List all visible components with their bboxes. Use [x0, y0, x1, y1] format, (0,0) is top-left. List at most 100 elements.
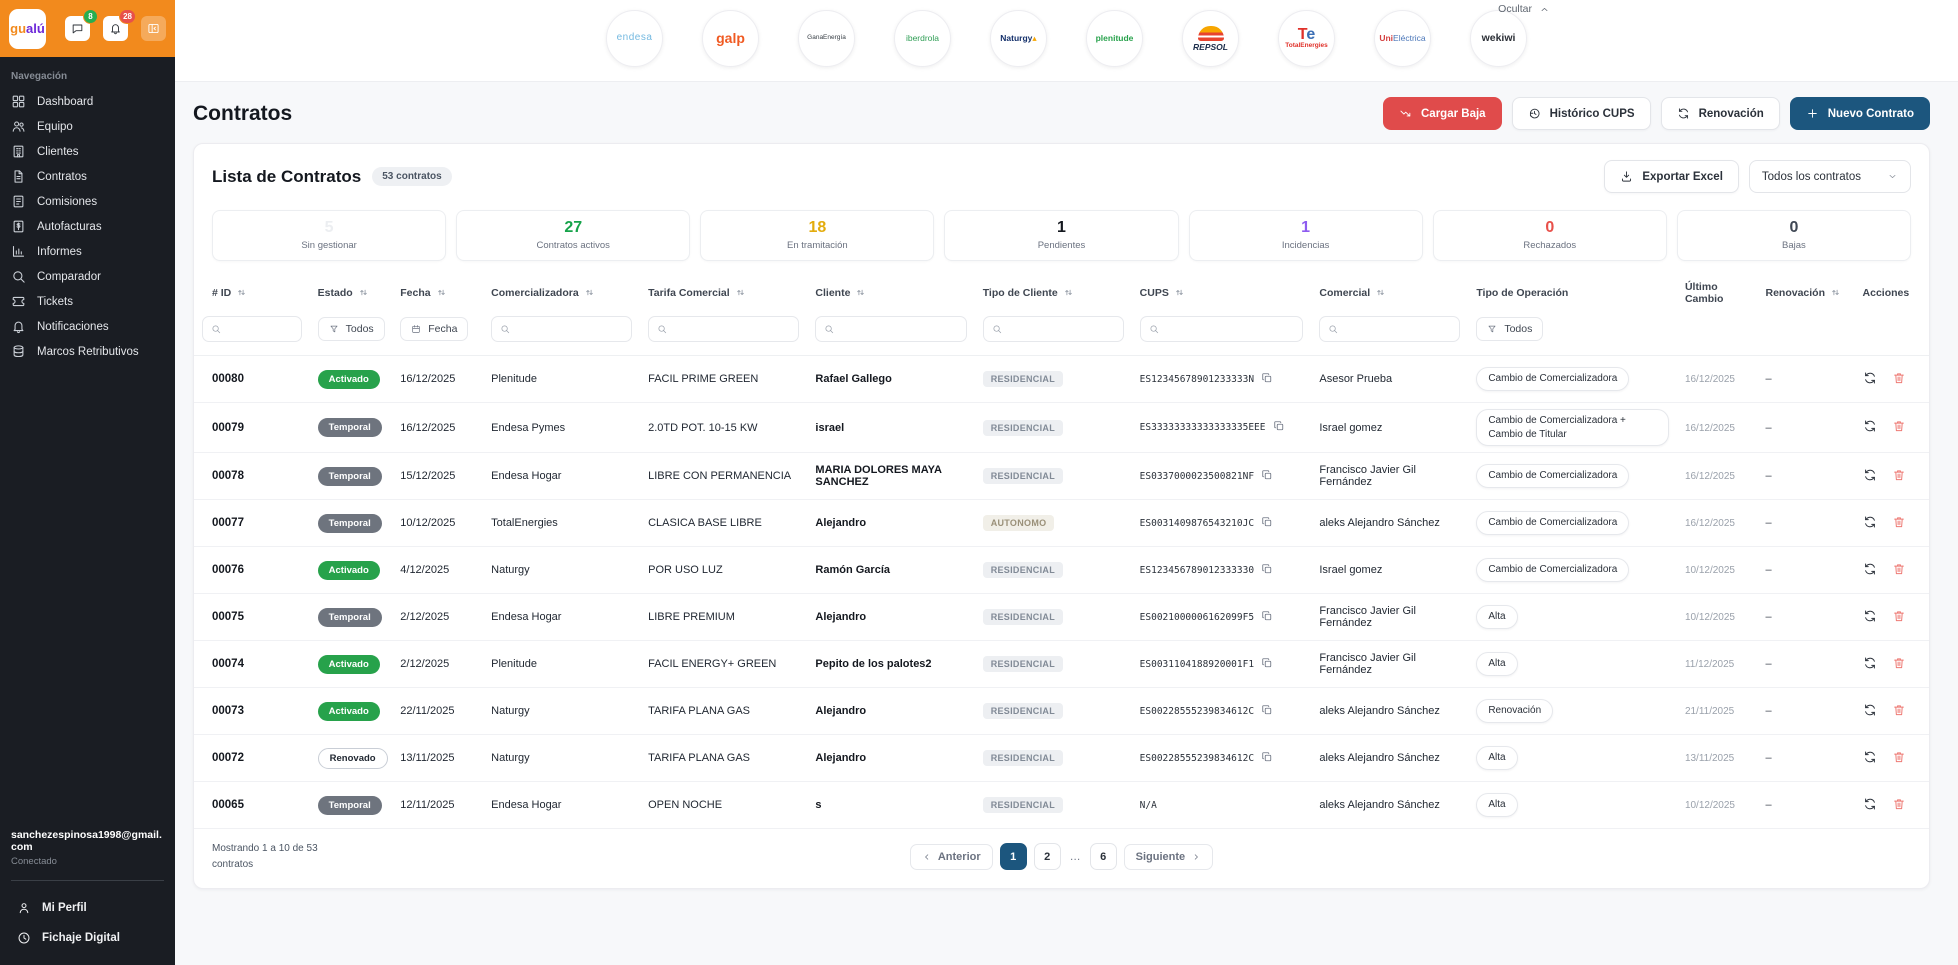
filter-search-tipo-de-cliente[interactable]	[983, 316, 1124, 342]
filter-input-comercial[interactable]	[1344, 322, 1451, 336]
copy-cups-button[interactable]	[1261, 563, 1273, 578]
copy-cups-button[interactable]	[1273, 420, 1285, 435]
sort-icon[interactable]	[1063, 287, 1074, 298]
page-button-1[interactable]: 1	[1000, 843, 1027, 870]
filter-search-comercial[interactable]	[1319, 316, 1460, 342]
notifications-button[interactable]: 28	[103, 16, 128, 41]
chat-button[interactable]: 8	[65, 16, 90, 41]
copy-cups-button[interactable]	[1261, 372, 1273, 387]
col-id: # ID	[194, 275, 310, 309]
renew-contract-button[interactable]	[1863, 515, 1877, 532]
filter-search-cliente[interactable]	[815, 316, 966, 342]
footer-item-fichaje-digital[interactable]: Fichaje Digital	[11, 923, 164, 953]
sidebar-item-dashboard[interactable]: Dashboard	[0, 89, 175, 114]
copy-cups-button[interactable]	[1261, 657, 1273, 672]
renovacion-button[interactable]: Renovación	[1661, 97, 1780, 130]
cargar-baja-button[interactable]: Cargar Baja	[1383, 97, 1502, 130]
delete-contract-button[interactable]	[1892, 797, 1906, 814]
renew-contract-button[interactable]	[1863, 656, 1877, 673]
page-button-2[interactable]: 2	[1034, 843, 1061, 870]
logo-wekiwi[interactable]: wekiwi	[1470, 10, 1527, 67]
sort-icon[interactable]	[236, 287, 247, 298]
renew-contract-button[interactable]	[1863, 371, 1877, 388]
sort-icon[interactable]	[358, 287, 369, 298]
sidebar-item-contratos[interactable]: Contratos	[0, 164, 175, 189]
historico-cups-button[interactable]: Histórico CUPS	[1512, 97, 1651, 130]
brand-logo[interactable]: gualú	[9, 9, 46, 49]
copy-cups-button[interactable]	[1261, 704, 1273, 719]
sort-icon[interactable]	[855, 287, 866, 298]
filter-todos-estado[interactable]: Todos	[318, 317, 385, 341]
cell-estado: Temporal	[310, 403, 393, 453]
page-button-6[interactable]: 6	[1090, 843, 1117, 870]
logo-naturgy[interactable]: Naturgy▴	[990, 10, 1047, 67]
delete-contract-button[interactable]	[1892, 515, 1906, 532]
filter-input-comercializadora[interactable]	[516, 322, 623, 336]
renew-contract-button[interactable]	[1863, 797, 1877, 814]
refresh-icon	[1677, 107, 1690, 120]
delete-contract-button[interactable]	[1892, 609, 1906, 626]
logo-endesa[interactable]: endesa	[606, 10, 663, 67]
sidebar-item-comparador[interactable]: Comparador	[0, 264, 175, 289]
filter-input-id[interactable]	[227, 322, 293, 336]
copy-cups-button[interactable]	[1261, 751, 1273, 766]
filter-todos-tipo-de-operacion[interactable]: Todos	[1476, 317, 1543, 341]
sidebar-item-notificaciones[interactable]: Notificaciones	[0, 314, 175, 339]
sidebar-item-equipo[interactable]: Equipo	[0, 114, 175, 139]
logo-ganaenergia[interactable]: GanaEnergía	[798, 10, 855, 67]
sidebar-item-tickets[interactable]: Tickets	[0, 289, 175, 314]
sort-icon[interactable]	[584, 287, 595, 298]
filter-input-cliente[interactable]	[840, 322, 957, 336]
sort-icon[interactable]	[436, 287, 447, 298]
filter-input-tipo-de-cliente[interactable]	[1008, 322, 1115, 336]
cell-ultimo-cambio: 16/12/2025	[1677, 500, 1758, 547]
copy-cups-button[interactable]	[1261, 469, 1273, 484]
filter-fecha[interactable]: Fecha	[400, 317, 468, 341]
cell-ultimo-cambio: 16/12/2025	[1677, 403, 1758, 453]
sort-icon[interactable]	[1830, 287, 1841, 298]
filter-input-cups[interactable]	[1165, 322, 1295, 336]
renew-contract-button[interactable]	[1863, 562, 1877, 579]
copy-cups-button[interactable]	[1261, 516, 1273, 531]
delete-contract-button[interactable]	[1892, 419, 1906, 436]
sidebar-item-informes[interactable]: Informes	[0, 239, 175, 264]
hide-providers-toggle[interactable]: Ocultar	[1498, 3, 1550, 15]
filter-search-comercializadora[interactable]	[491, 316, 632, 342]
filter-input-tarifa-comercial[interactable]	[673, 322, 790, 336]
delete-contract-button[interactable]	[1892, 703, 1906, 720]
delete-contract-button[interactable]	[1892, 371, 1906, 388]
sidebar-item-comisiones[interactable]: Comisiones	[0, 189, 175, 214]
contracts-filter-select[interactable]: Todos los contratos	[1749, 160, 1911, 193]
next-page-button[interactable]: Siguiente	[1124, 844, 1214, 870]
sidebar-collapse-button[interactable]	[141, 16, 166, 41]
sort-icon[interactable]	[735, 287, 746, 298]
sidebar-item-clientes[interactable]: Clientes	[0, 139, 175, 164]
sidebar-item-autofacturas[interactable]: Autofacturas	[0, 214, 175, 239]
delete-contract-button[interactable]	[1892, 468, 1906, 485]
filter-search-id[interactable]	[202, 316, 302, 342]
filter-search-tarifa-comercial[interactable]	[648, 316, 799, 342]
sort-icon[interactable]	[1174, 287, 1185, 298]
renew-contract-button[interactable]	[1863, 419, 1877, 436]
logo-totalenergies[interactable]: TeTotalEnergies	[1278, 10, 1335, 67]
delete-contract-button[interactable]	[1892, 656, 1906, 673]
renew-contract-button[interactable]	[1863, 703, 1877, 720]
filter-search-cups[interactable]	[1140, 316, 1304, 342]
footer-item-mi-perfil[interactable]: Mi Perfil	[11, 893, 164, 923]
logo-iberdrola[interactable]: iberdrola	[894, 10, 951, 67]
delete-contract-button[interactable]	[1892, 562, 1906, 579]
logo-repsol[interactable]: REPSOL	[1182, 10, 1239, 67]
renew-contract-button[interactable]	[1863, 750, 1877, 767]
sidebar-item-marcos-retributivos[interactable]: Marcos Retributivos	[0, 339, 175, 364]
logo-galp[interactable]: galp	[702, 10, 759, 67]
copy-cups-button[interactable]	[1261, 610, 1273, 625]
logo-plenitude[interactable]: plenitude	[1086, 10, 1143, 67]
renew-contract-button[interactable]	[1863, 468, 1877, 485]
nuevo-contrato-button[interactable]: Nuevo Contrato	[1790, 97, 1930, 130]
prev-page-button[interactable]: Anterior	[910, 844, 993, 870]
delete-contract-button[interactable]	[1892, 750, 1906, 767]
renew-contract-button[interactable]	[1863, 609, 1877, 626]
export-excel-button[interactable]: Exportar Excel	[1604, 160, 1739, 193]
sort-icon[interactable]	[1375, 287, 1386, 298]
logo-unielectrica[interactable]: UniEléctrica	[1374, 10, 1431, 67]
